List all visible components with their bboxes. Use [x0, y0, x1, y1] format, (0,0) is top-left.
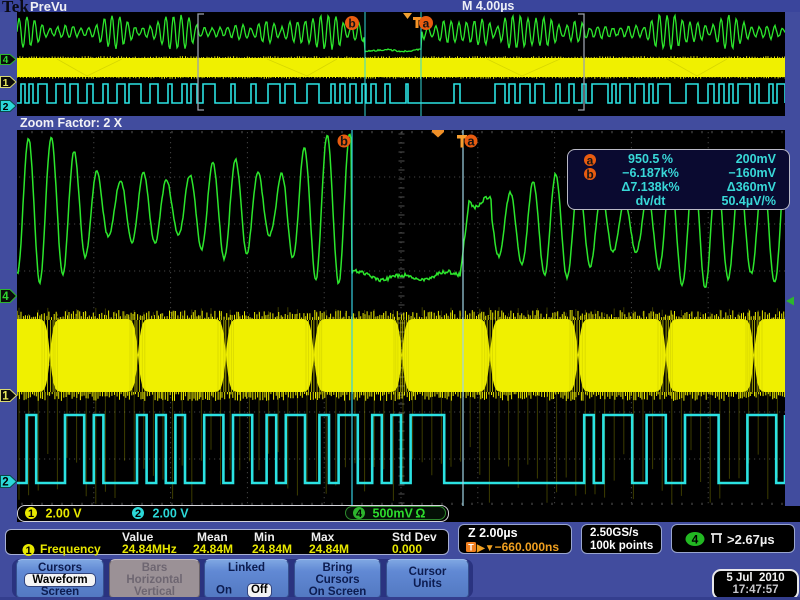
svg-text:a: a: [423, 17, 430, 31]
svg-text:2.00 V: 2.00 V: [150, 507, 189, 521]
svg-text:b: b: [348, 17, 355, 31]
svg-text:2: 2: [3, 101, 9, 112]
svg-text:1: 1: [3, 77, 9, 88]
svg-text:>2.67µs: >2.67µs: [727, 532, 775, 547]
svg-text:T: T: [468, 543, 474, 553]
svg-text:4: 4: [3, 55, 9, 65]
svg-text:a: a: [467, 134, 475, 149]
svg-text:500mV Ω: 500mV Ω: [370, 507, 425, 521]
svg-text:2: 2: [135, 508, 141, 520]
svg-text:2.00 V: 2.00 V: [43, 507, 82, 521]
svg-text:4: 4: [2, 291, 9, 303]
svg-text:2: 2: [2, 477, 8, 489]
svg-text:4: 4: [692, 533, 699, 547]
svg-text:b: b: [340, 134, 348, 149]
svg-text:1: 1: [25, 545, 31, 556]
svg-text:1: 1: [2, 391, 9, 403]
svg-text:4: 4: [356, 508, 363, 520]
svg-text:1: 1: [28, 508, 34, 520]
